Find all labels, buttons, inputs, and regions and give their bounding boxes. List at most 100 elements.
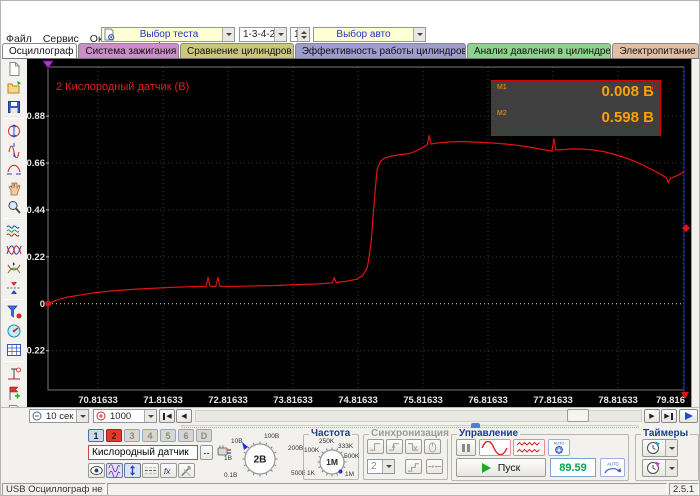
zoom-in-icon[interactable]	[94, 411, 107, 421]
channel-button-1[interactable]: 1	[88, 429, 104, 442]
save-icon[interactable]	[2, 97, 26, 116]
car-select-arrow-icon[interactable]	[413, 28, 425, 41]
noise-filter-icon[interactable]	[106, 463, 123, 478]
measure-tool-icon[interactable]	[2, 321, 26, 340]
channel-button-6[interactable]: 6	[178, 429, 194, 442]
open-file-icon[interactable]	[2, 78, 26, 97]
auto-settings-gear-button[interactable]: AUTO	[548, 439, 570, 456]
channel-button-5[interactable]: 5	[160, 429, 176, 442]
position-scrollbar-thumb[interactable]	[567, 409, 589, 422]
go-last-button[interactable]: ▶	[661, 409, 677, 423]
svg-text:74.81633: 74.81633	[338, 395, 378, 406]
tab-3[interactable]: Эффективность работы цилиндров	[295, 43, 466, 58]
grid-table-icon[interactable]	[2, 340, 26, 359]
zoom-out-icon[interactable]	[30, 411, 43, 421]
auto-sweep-button[interactable]: AUTO	[600, 458, 625, 477]
svg-text:1K: 1K	[307, 470, 316, 477]
play-button[interactable]	[679, 409, 698, 423]
svg-text:2В: 2В	[254, 455, 267, 466]
channel-button-2[interactable]: 2	[106, 429, 122, 442]
oscilloscope-app-window: ФайлСервисОкнаПомощь Выбор теста 1-3-4-2…	[0, 0, 700, 496]
svg-text:0.22: 0.22	[27, 252, 45, 263]
tab-1[interactable]: Система зажигания	[78, 43, 179, 58]
channel-button-4[interactable]: 4	[142, 429, 158, 442]
pause-button[interactable]	[456, 439, 476, 456]
math-function-icon[interactable]: fx	[160, 463, 177, 478]
autoscale-icon[interactable]	[2, 121, 26, 140]
zoom-icon[interactable]	[2, 197, 26, 216]
sync-rising-edge-icon[interactable]	[367, 439, 384, 454]
firing-order-arrow-icon[interactable]	[274, 28, 286, 41]
frequency-group: Частота 1М1K100K250K333K500K1М	[303, 434, 359, 480]
tab-0[interactable]: Осциллограф	[2, 43, 77, 58]
time-scale-arrow-icon[interactable]	[76, 410, 88, 422]
flag-marker-icon[interactable]	[2, 383, 26, 402]
signal-select-combo[interactable]: Кислородный датчик	[88, 445, 198, 460]
timer-record-arrow-icon[interactable]	[665, 460, 677, 476]
toolbar-separator	[4, 361, 24, 362]
svg-text:79.816: 79.816	[656, 395, 685, 406]
go-first-button[interactable]: ◀	[159, 409, 175, 423]
xy-mode-icon[interactable]	[2, 259, 26, 278]
sync-channel-combo[interactable]: 2	[367, 459, 395, 474]
visibility-eye-icon[interactable]	[88, 463, 105, 478]
test-select-combo[interactable]: Выбор теста	[101, 27, 235, 42]
new-file-icon[interactable]	[2, 59, 26, 78]
timer-record-button[interactable]	[642, 459, 678, 477]
measurement-box[interactable]: M1 0.008 В M2 0.598 В	[491, 80, 661, 136]
svg-text:70.81633: 70.81633	[78, 395, 118, 406]
cylinder-spinner-arrows[interactable]	[297, 28, 309, 41]
zoom-factor-combo[interactable]: 1000	[93, 409, 157, 423]
pan-hand-icon[interactable]	[2, 178, 26, 197]
signal-name-value: Кислородный датчик	[92, 447, 189, 458]
svg-text:1В: 1В	[224, 455, 232, 462]
zoom-factor-arrow-icon[interactable]	[144, 410, 156, 422]
tab-2[interactable]: Сравнение цилиндров	[180, 43, 294, 58]
level-marker[interactable]	[682, 224, 690, 232]
car-select-combo[interactable]: Выбор авто	[313, 27, 426, 42]
sync-converge-icon[interactable]	[426, 459, 443, 474]
signal-clear-button[interactable]: --	[200, 445, 213, 460]
single-wave-mode-button[interactable]	[479, 439, 511, 456]
oscilloscope-chart[interactable]: 70.8163371.8163372.8163373.8163374.81633…	[27, 59, 691, 407]
measure-close-icon[interactable]	[651, 83, 658, 90]
stream-mode-button[interactable]	[513, 439, 545, 456]
trigger-marker-icon[interactable]	[2, 302, 26, 321]
settings-tools-icon[interactable]	[178, 463, 195, 478]
timer-start-arrow-icon[interactable]	[665, 440, 677, 456]
horizontal-scale-icon[interactable]	[2, 159, 26, 178]
step-forward-button[interactable]: ▶	[644, 409, 660, 423]
waves-overlay-icon[interactable]	[2, 221, 26, 240]
sync-level-up-icon[interactable]	[386, 439, 403, 454]
toolbar-separator	[4, 218, 24, 219]
tab-5[interactable]: Электропитание	[612, 43, 699, 58]
tab-4[interactable]: Анализ давления в цилиндре	[467, 43, 612, 58]
time-scale-combo[interactable]: 10 сек	[29, 409, 89, 423]
timer-start-button[interactable]	[642, 439, 678, 457]
sync-channel-arrow-icon[interactable]	[382, 460, 394, 473]
sync-falling-edge-icon[interactable]	[405, 439, 422, 454]
svg-text:10В: 10В	[231, 438, 243, 445]
autorange-arrows-icon[interactable]	[124, 463, 141, 478]
start-button[interactable]: Пуск	[456, 458, 546, 477]
channel-button-3[interactable]: 3	[124, 429, 140, 442]
firing-order-combo[interactable]: 1-3-4-2	[239, 27, 287, 42]
waves-compare-icon[interactable]	[2, 240, 26, 259]
sync-manual-icon[interactable]	[424, 439, 441, 454]
sync-steps-icon[interactable]	[405, 459, 422, 474]
grid-lines-icon[interactable]	[142, 463, 159, 478]
zero-level-icon[interactable]	[2, 364, 26, 383]
step-back-button[interactable]: ◀	[176, 409, 192, 423]
frequency-knob[interactable]: 1М1K100K250K333K500K1М	[304, 436, 359, 479]
timer-record-clock-icon	[645, 460, 661, 476]
test-select-arrow-icon[interactable]	[222, 28, 234, 41]
test-doc-icon	[102, 28, 116, 41]
level-cursor-icon[interactable]	[2, 278, 26, 297]
cylinder-spinner[interactable]: 1	[290, 27, 310, 42]
channel-button-D[interactable]: D	[196, 429, 212, 442]
voltage-range-knob[interactable]: 2В0.1В1В10В100В200В500В	[221, 429, 305, 481]
svg-text:0.66: 0.66	[27, 158, 45, 169]
vertical-scale-icon[interactable]	[2, 140, 26, 159]
sync-group: Синхронизация 2	[363, 434, 448, 480]
right-edge-strip	[691, 59, 700, 407]
